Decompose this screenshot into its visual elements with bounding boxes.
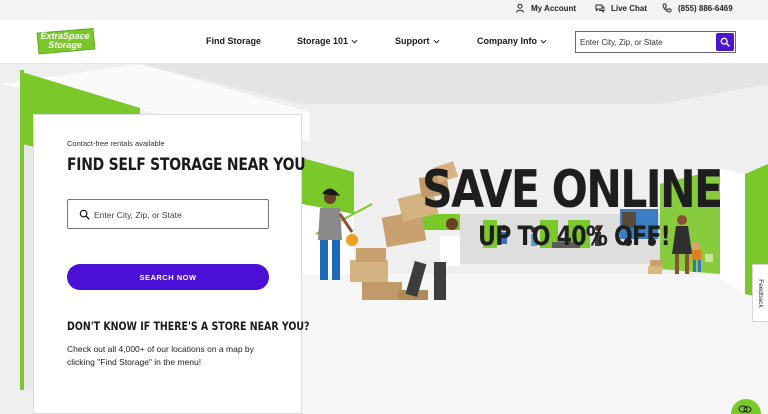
header-search-button[interactable] xyxy=(716,33,734,51)
main-header: ExtraSpace Storage Find Storage Storage … xyxy=(0,20,768,64)
live-chat-link[interactable]: Live Chat xyxy=(595,3,647,13)
nav-storage-101[interactable]: Storage 101 xyxy=(297,36,358,46)
nav-find-storage-label: Find Storage xyxy=(206,36,262,46)
header-search-input[interactable] xyxy=(580,35,714,49)
user-icon xyxy=(516,3,524,13)
header-search xyxy=(575,31,736,53)
chat-bubble-icon xyxy=(738,405,752,413)
card-title: FIND SELF STORAGE NEAR YOU xyxy=(67,155,306,175)
nav-company-info-label: Company Info xyxy=(477,36,537,46)
phone-number: (855) 886-6469 xyxy=(678,3,733,13)
chat-icon xyxy=(595,4,605,13)
card-search-field xyxy=(67,199,269,229)
nav-storage-101-label: Storage 101 xyxy=(297,36,349,46)
find-storage-card: Contact-free rentals available FIND SELF… xyxy=(33,114,310,414)
feedback-label: Feedback xyxy=(757,278,765,308)
nav-support-label: Support xyxy=(395,36,430,46)
chevron-down-icon xyxy=(433,39,439,43)
card-eyebrow: Contact-free rentals available xyxy=(67,139,165,148)
hero-headline: SAVE ONLINE xyxy=(422,160,723,220)
phone-icon xyxy=(662,3,672,13)
nav-company-info[interactable]: Company Info xyxy=(477,36,547,46)
search-now-button[interactable]: SEARCH NOW xyxy=(67,264,269,290)
my-account-label: My Account xyxy=(531,3,577,13)
card-body: Check out all 4,000+ of our locations on… xyxy=(67,344,254,367)
chevron-down-icon xyxy=(351,39,358,43)
my-account-link[interactable]: My Account xyxy=(515,3,576,13)
nav-support[interactable]: Support xyxy=(395,36,440,46)
extra-space-logo[interactable]: ExtraSpace Storage xyxy=(32,26,98,56)
search-icon xyxy=(79,209,90,220)
chevron-down-icon xyxy=(540,39,547,43)
card-subtitle: DON'T KNOW IF THERE'S A STORE NEAR YOU? xyxy=(67,319,310,333)
hero-subheadline: UP TO 40% OFF! xyxy=(478,221,671,252)
nav-find-storage[interactable]: Find Storage xyxy=(206,36,261,46)
card-search-input[interactable] xyxy=(94,207,264,222)
search-icon xyxy=(720,37,730,47)
live-chat-label: Live Chat xyxy=(611,3,648,13)
logo-line-2: Storage xyxy=(48,40,82,50)
logo-text: ExtraSpace Storage xyxy=(32,26,98,56)
phone-link[interactable]: (855) 886-6469 xyxy=(662,3,733,13)
feedback-tab[interactable]: Feedback xyxy=(752,264,768,322)
utility-bar: My Account Live Chat (855) 886-6469 xyxy=(0,0,768,20)
